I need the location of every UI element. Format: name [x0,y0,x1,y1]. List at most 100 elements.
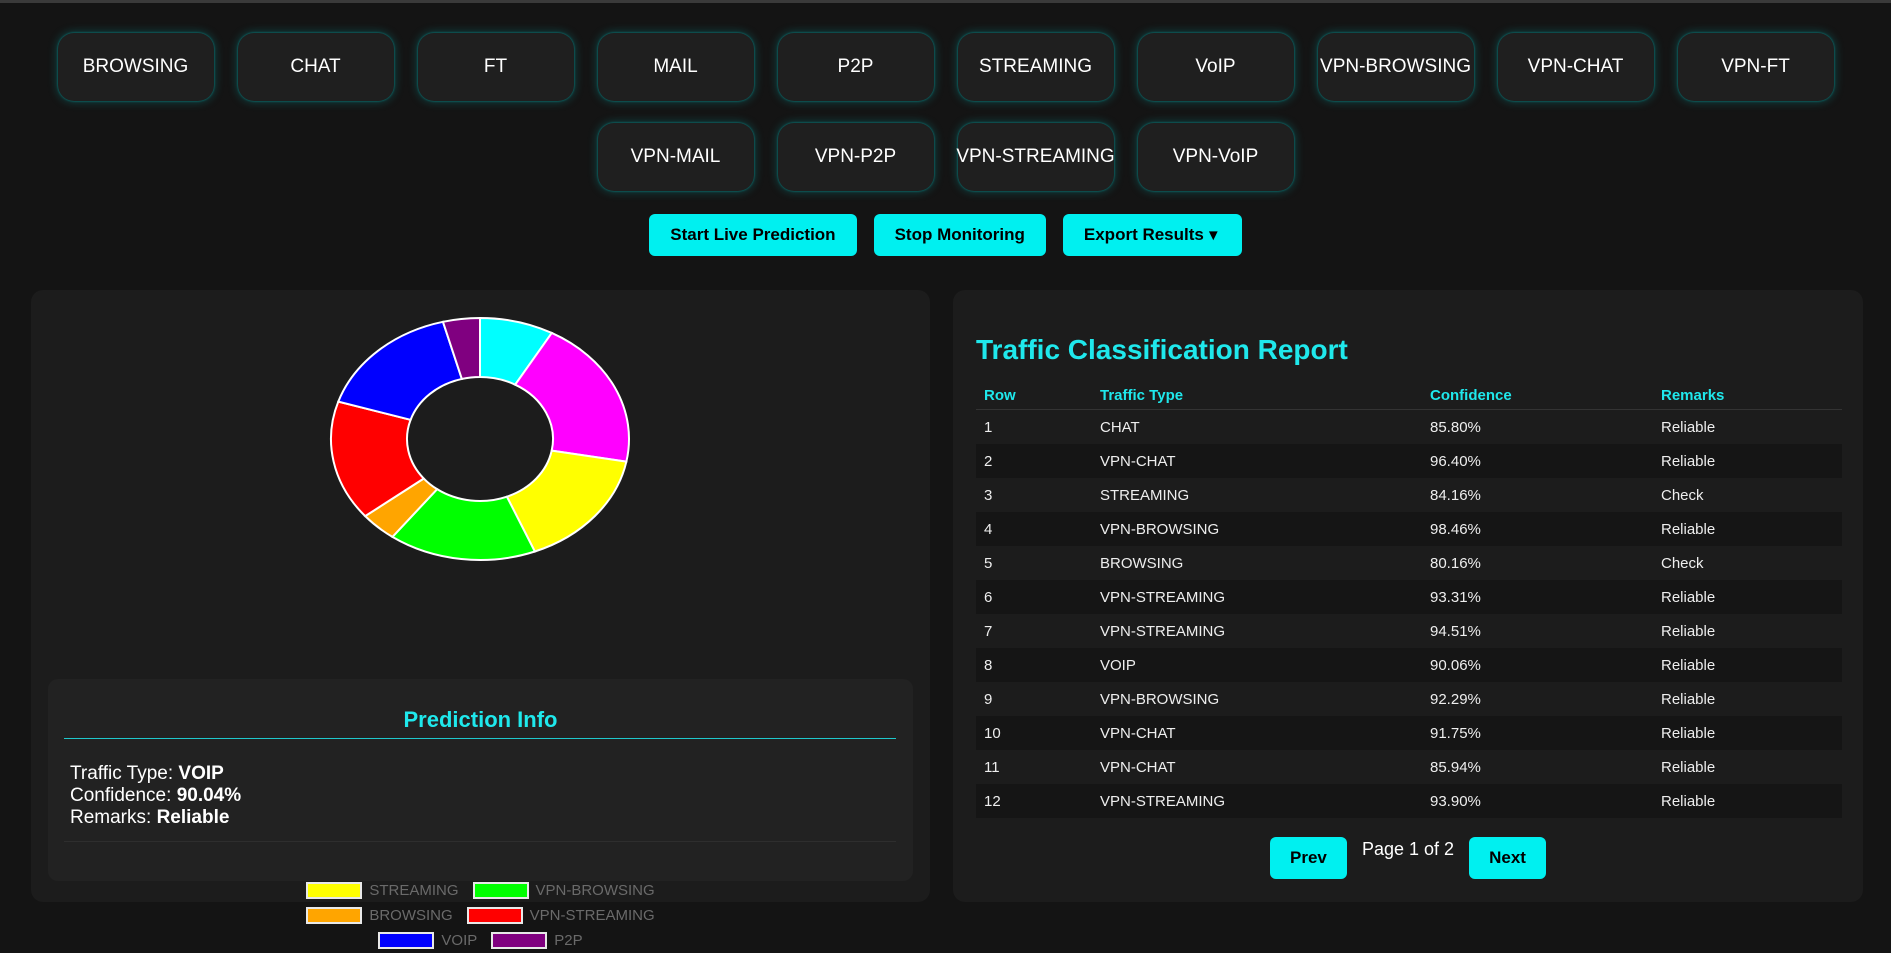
legend-swatch [378,932,435,949]
donut-slice-voip[interactable] [336,320,464,422]
category-buttons: BROWSING CHAT FT MAIL P2P STREAMING VoIP VPN-BR… [0,33,1891,191]
remarks-cell: Reliable [1661,724,1716,742]
column-header-confidence: Confidence [1422,387,1653,410]
traffic-type-cell: VPN-CHAT [1100,724,1176,742]
legend-item[interactable]: VOIP [378,932,477,949]
traffic-type-cell: BROWSING [1100,554,1184,572]
prediction-details: Traffic Type: VOIP Confidence: 90.04% Re… [70,763,241,829]
remarks-cell: Reliable [1661,588,1716,606]
traffic-type-cell: VPN-STREAMING [1100,792,1226,810]
legend-item[interactable]: STREAMING [306,882,459,899]
category-button[interactable]: STREAMING [957,33,1114,101]
table-row: 11 VPN-CHAT 85.94% Reliable [976,750,1842,784]
table-row: 12 VPN-STREAMING 93.90% Reliable [976,784,1842,818]
row-number-cell: 5 [984,554,993,572]
prev-page-button[interactable]: Prev [1269,837,1347,879]
confidence-cell: 91.75% [1430,724,1481,742]
table-row: 5 BROWSING 80.16% Check [976,546,1842,580]
confidence-cell: 98.46% [1430,520,1481,538]
legend-label: BROWSING [369,907,453,924]
confidence-cell: 84.16% [1430,486,1481,504]
category-button[interactable]: MAIL [597,33,754,101]
legend-label: VOIP [441,932,478,949]
row-number-cell: 9 [984,690,993,708]
table-row: 6 VPN-STREAMING 93.31% Reliable [976,580,1842,614]
page-indicator: Page 1 of 2 [1361,839,1455,859]
prediction-type-line: Traffic Type: VOIP [70,763,241,785]
prediction-confidence-line: Confidence: 90.04% [70,785,241,807]
start-live-prediction-button[interactable]: Start Live Prediction [649,214,857,256]
row-number-cell: 1 [984,418,993,436]
confidence-cell: 94.51% [1430,622,1481,640]
confidence-cell: 80.16% [1430,554,1481,572]
category-button[interactable]: VPN-STREAMING [956,123,1115,191]
legend-item[interactable]: P2P [491,932,583,949]
category-button[interactable]: VPN-FT [1677,33,1834,101]
next-page-button[interactable]: Next [1469,837,1547,879]
report-panel: Traffic Classification Report Row Traffi… [953,290,1863,902]
confidence-cell: 93.90% [1430,792,1481,810]
table-row: 7 VPN-STREAMING 94.51% Reliable [976,614,1842,648]
prediction-info-box: Prediction Info Traffic Type: VOIP Confi… [48,679,913,881]
legend-swatch [466,907,523,924]
pagination: Prev Page 1 of 2 Next [953,837,1863,879]
remarks-cell: Reliable [1661,622,1716,640]
prediction-info-title: Prediction Info [403,707,558,732]
legend-item[interactable]: VPN-BROWSING [472,882,655,899]
confidence-cell: 93.31% [1430,588,1481,606]
prediction-remarks-label: Remarks: [70,807,152,828]
row-number-cell: 8 [984,656,993,674]
row-number-cell: 12 [984,792,1001,810]
start-label: Start Live Prediction [670,225,836,244]
category-button[interactable]: VPN-BROWSING [1317,33,1474,101]
stop-monitoring-button[interactable]: Stop Monitoring [873,214,1046,256]
category-button[interactable]: VoIP [1137,33,1294,101]
report-title: Traffic Classification Report [976,334,1348,365]
confidence-cell: 85.80% [1430,418,1481,436]
report-body: 1 CHAT 85.80% Reliable 2 VPN-CHAT 96.40% Reliab… [976,409,1842,818]
report-table: Row Traffic Type Confidence Remarks 1 CHA… [976,387,1842,818]
table-row: 2 VPN-CHAT 96.40% Reliable [976,444,1842,478]
table-row: 9 VPN-BROWSING 92.29% Reliable [976,682,1842,716]
prediction-type-label: Traffic Type: [70,763,174,784]
legend-row: BROWSING VPN-STREAMING [31,903,930,928]
category-button[interactable]: P2P [777,33,934,101]
legend-label: VPN-STREAMING [529,907,655,924]
legend-item[interactable]: BROWSING [306,907,453,924]
traffic-type-cell: VPN-CHAT [1100,758,1176,776]
category-button[interactable]: VPN-MAIL [597,123,754,191]
column-header-traffic-type: Traffic Type [1092,387,1422,410]
column-header-remarks: Remarks [1653,387,1842,410]
traffic-type-cell: CHAT [1100,418,1140,436]
legend-label: VPN-BROWSING [535,882,655,899]
category-button[interactable]: FT [417,33,574,101]
category-row-1: BROWSING CHAT FT MAIL P2P STREAMING VoIP VPN-BR… [0,33,1891,101]
category-button[interactable]: VPN-VoIP [1137,123,1294,191]
legend-item[interactable]: VPN-STREAMING [466,907,655,924]
report-header-row: Row Traffic Type Confidence Remarks [976,387,1842,410]
export-results-button[interactable]: Export Results ▼ [1062,214,1242,256]
category-button[interactable]: VPN-CHAT [1497,33,1654,101]
remarks-cell: Reliable [1661,656,1716,674]
row-number-cell: 11 [984,758,1000,776]
legend-swatch [472,882,529,899]
row-number-cell: 6 [984,588,993,606]
traffic-type-cell: VPN-STREAMING [1100,588,1226,606]
remarks-cell: Reliable [1661,418,1716,436]
dropdown-arrow-icon: ▼ [1205,226,1221,244]
row-number-cell: 2 [984,452,993,470]
legend-swatch [306,882,363,899]
confidence-cell: 92.29% [1430,690,1481,708]
confidence-cell: 90.06% [1430,656,1481,674]
prediction-confidence-label: Confidence: [70,785,172,806]
category-button[interactable]: VPN-P2P [777,123,934,191]
traffic-type-cell: VPN-BROWSING [1100,690,1220,708]
legend-label: P2P [554,932,583,949]
category-button[interactable]: CHAT [237,33,394,101]
category-button[interactable]: BROWSING [57,33,214,101]
column-header-row: Row [976,387,1092,410]
remarks-cell: Reliable [1661,690,1716,708]
prediction-remarks-value: Reliable [156,807,230,828]
confidence-cell: 85.94% [1430,758,1481,776]
prediction-divider [64,738,896,739]
